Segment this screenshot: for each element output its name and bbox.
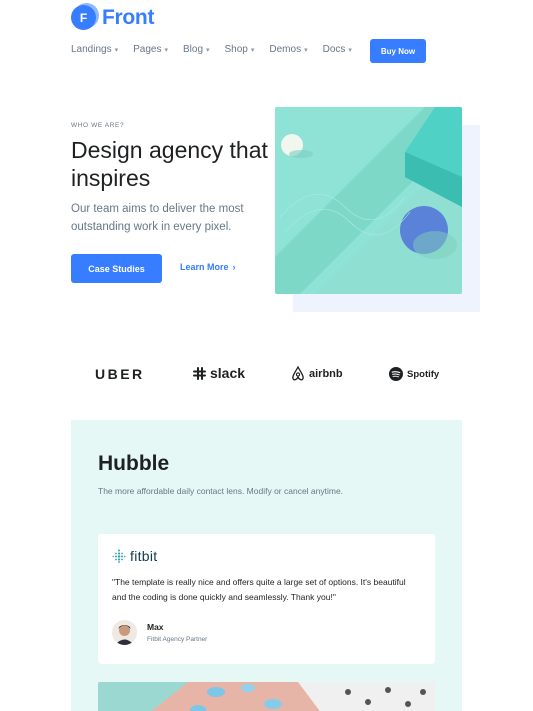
logo-mark-icon: F (71, 5, 96, 30)
hubble-subtitle: The more affordable daily contact lens. … (98, 486, 344, 496)
nav-item-blog[interactable]: Blog ▾ (183, 44, 210, 55)
nav-item-landings[interactable]: Landings ▾ (71, 44, 118, 55)
fitbit-label: fitbit (130, 548, 158, 564)
chevron-down-icon: ▾ (114, 46, 119, 54)
testimonial-quote: "The template is really nice and offers … (112, 577, 406, 602)
learn-more-label: Learn More (180, 262, 229, 272)
uber-logo: UBER (95, 366, 145, 382)
learn-more-link[interactable]: Learn More › (180, 262, 236, 272)
main-nav: Landings ▾ Pages ▾ Blog ▾ Shop ▾ Demos ▾ Docs… (71, 44, 367, 55)
nav-item-label: Landings (71, 44, 112, 55)
logo[interactable]: F Front (71, 5, 154, 30)
hero-title: Design agency that inspires (71, 137, 268, 191)
nav-item-label: Shop (224, 44, 248, 55)
nav-item-docs[interactable]: Docs ▾ (323, 44, 352, 55)
chevron-down-icon: ▾ (348, 46, 352, 54)
slack-label: slack (210, 365, 246, 381)
hubble-title: Hubble (98, 452, 170, 475)
testimonial-author: Max Fitbit Agency Partner (112, 620, 207, 645)
hero-subtitle: Our team aims to deliver the most outsta… (71, 203, 244, 233)
case-studies-button[interactable]: Case Studies (71, 254, 162, 283)
slack-icon (193, 366, 206, 380)
chevron-right-icon: › (232, 262, 236, 272)
nav-item-label: Docs (322, 44, 346, 55)
chevron-down-icon: ▾ (250, 46, 255, 54)
testimonial-card: fitbit "The template is really nice and … (98, 534, 435, 664)
chevron-down-icon: ▾ (206, 46, 210, 54)
author-info: Max Fitbit Agency Partner (147, 622, 207, 643)
hero-eyebrow: WHO WE ARE? (71, 122, 125, 129)
nav-item-demos[interactable]: Demos ▾ (269, 44, 307, 55)
product-photo (98, 682, 435, 711)
brand-name: Front (102, 5, 155, 29)
airbnb-icon (292, 366, 304, 381)
avatar (112, 620, 137, 645)
hero-illustration (275, 107, 462, 294)
airbnb-label: airbnb (309, 367, 343, 380)
brand-logos: UBER slack airbnb Spotify (95, 364, 440, 386)
buy-now-button[interactable]: Buy Now (370, 39, 426, 63)
slack-logo: slack (193, 365, 245, 381)
chevron-down-icon: ▾ (164, 46, 168, 54)
hubble-card: Hubble The more affordable daily contact… (71, 420, 462, 711)
nav-item-label: Demos (269, 44, 302, 55)
nav-item-pages[interactable]: Pages ▾ (133, 44, 168, 55)
nav-item-shop[interactable]: Shop ▾ (225, 44, 255, 55)
fitbit-icon (112, 549, 126, 563)
airbnb-logo: airbnb (291, 366, 343, 381)
chevron-down-icon: ▾ (304, 46, 308, 54)
spotify-logo: Spotify (389, 367, 439, 381)
nav-item-label: Pages (133, 44, 162, 55)
author-role: Fitbit Agency Partner (147, 636, 208, 643)
nav-item-label: Blog (182, 44, 203, 55)
fitbit-logo: fitbit (112, 548, 157, 564)
author-name: Max (147, 622, 164, 632)
spotify-icon (389, 367, 403, 381)
spotify-label: Spotify (407, 368, 440, 380)
